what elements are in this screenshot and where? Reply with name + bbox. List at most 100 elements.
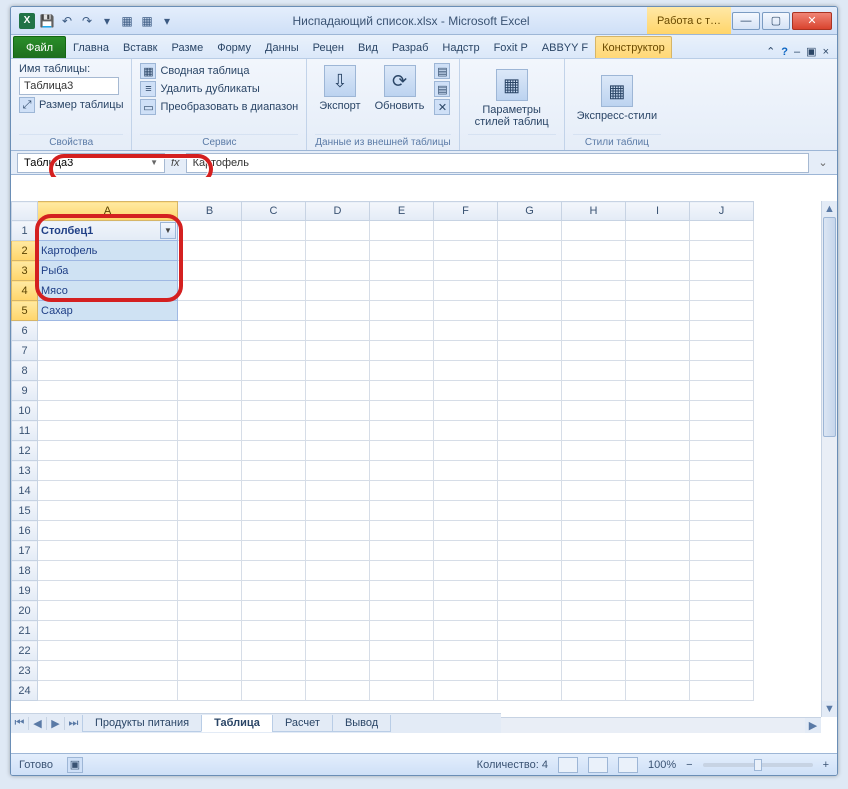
cell[interactable]	[690, 421, 754, 441]
row-header[interactable]: 22	[12, 641, 38, 661]
cell[interactable]	[498, 381, 562, 401]
cell[interactable]	[306, 461, 370, 481]
cell[interactable]	[498, 401, 562, 421]
undo-icon[interactable]: ↶	[59, 13, 75, 29]
cell[interactable]	[178, 261, 242, 281]
cell[interactable]	[242, 281, 306, 301]
cell[interactable]	[370, 601, 434, 621]
view-pagebreak-button[interactable]	[618, 757, 638, 773]
cell[interactable]	[690, 641, 754, 661]
cell[interactable]: Столбец1▼	[38, 221, 178, 241]
row-header[interactable]: 2	[12, 241, 38, 261]
sheet-tab[interactable]: Таблица	[201, 715, 273, 732]
cell[interactable]	[306, 621, 370, 641]
cell[interactable]	[178, 681, 242, 701]
cell[interactable]	[562, 441, 626, 461]
cell[interactable]	[178, 521, 242, 541]
cell[interactable]	[690, 241, 754, 261]
tab-addins[interactable]: Надстр	[435, 36, 486, 58]
cell[interactable]	[370, 381, 434, 401]
cell[interactable]	[178, 661, 242, 681]
cell[interactable]	[690, 261, 754, 281]
sheet-tab[interactable]: Продукты питания	[82, 715, 202, 732]
cell[interactable]	[306, 421, 370, 441]
cell[interactable]	[306, 321, 370, 341]
cell[interactable]	[562, 261, 626, 281]
cell[interactable]	[562, 381, 626, 401]
cell[interactable]	[178, 321, 242, 341]
cell[interactable]	[562, 301, 626, 321]
cell[interactable]	[306, 521, 370, 541]
cell[interactable]	[626, 461, 690, 481]
cell[interactable]	[626, 261, 690, 281]
row-header[interactable]: 12	[12, 441, 38, 461]
filter-dropdown-button[interactable]: ▼	[160, 222, 176, 239]
cell[interactable]	[38, 541, 178, 561]
row-header[interactable]: 13	[12, 461, 38, 481]
column-header[interactable]: G	[498, 202, 562, 221]
cell[interactable]: Сахар	[38, 301, 178, 321]
cell[interactable]	[498, 241, 562, 261]
cell[interactable]	[242, 481, 306, 501]
cell[interactable]	[562, 221, 626, 241]
row-header[interactable]: 3	[12, 261, 38, 281]
refresh-button[interactable]: ⟳ Обновить	[371, 63, 429, 114]
cell[interactable]	[178, 481, 242, 501]
cell[interactable]	[178, 361, 242, 381]
cell[interactable]	[434, 241, 498, 261]
cell[interactable]	[370, 361, 434, 381]
cell[interactable]	[38, 681, 178, 701]
cell[interactable]	[434, 601, 498, 621]
cell[interactable]	[690, 521, 754, 541]
row-header[interactable]: 20	[12, 601, 38, 621]
tab-review[interactable]: Рецен	[306, 36, 351, 58]
cell[interactable]	[306, 241, 370, 261]
cell[interactable]	[242, 581, 306, 601]
cell[interactable]	[626, 641, 690, 661]
cell[interactable]	[242, 561, 306, 581]
cell[interactable]	[38, 401, 178, 421]
zoom-slider[interactable]	[703, 763, 813, 767]
cell[interactable]	[38, 661, 178, 681]
cell[interactable]	[562, 581, 626, 601]
cell[interactable]	[370, 501, 434, 521]
cell[interactable]	[434, 321, 498, 341]
formula-input[interactable]: Картофель	[186, 153, 809, 173]
cell[interactable]	[178, 541, 242, 561]
cell[interactable]	[434, 581, 498, 601]
cell[interactable]	[626, 561, 690, 581]
cell[interactable]	[498, 461, 562, 481]
cell[interactable]	[38, 581, 178, 601]
column-header[interactable]: C	[242, 202, 306, 221]
cell[interactable]	[370, 421, 434, 441]
cell[interactable]	[370, 541, 434, 561]
cell[interactable]	[690, 381, 754, 401]
cell[interactable]	[178, 561, 242, 581]
cell[interactable]	[434, 221, 498, 241]
column-header[interactable]: B	[178, 202, 242, 221]
cell[interactable]	[306, 481, 370, 501]
cell[interactable]	[178, 601, 242, 621]
sheet-tab[interactable]: Вывод	[332, 715, 391, 732]
chevron-down-icon[interactable]: ▼	[150, 158, 158, 167]
cell[interactable]	[370, 641, 434, 661]
cell[interactable]	[562, 681, 626, 701]
row-header[interactable]: 11	[12, 421, 38, 441]
cell[interactable]	[434, 561, 498, 581]
cell[interactable]	[626, 381, 690, 401]
cell[interactable]	[626, 301, 690, 321]
resize-table-button[interactable]: ⤢ Размер таблицы	[19, 97, 123, 113]
cell[interactable]	[690, 441, 754, 461]
cell[interactable]	[242, 661, 306, 681]
cell[interactable]	[626, 601, 690, 621]
cell[interactable]	[562, 601, 626, 621]
row-header[interactable]: 10	[12, 401, 38, 421]
row-header[interactable]: 7	[12, 341, 38, 361]
cell[interactable]	[242, 301, 306, 321]
cell[interactable]	[434, 541, 498, 561]
cell[interactable]	[38, 441, 178, 461]
cell[interactable]	[434, 461, 498, 481]
cell[interactable]	[434, 641, 498, 661]
column-header[interactable]: I	[626, 202, 690, 221]
cell[interactable]	[498, 661, 562, 681]
